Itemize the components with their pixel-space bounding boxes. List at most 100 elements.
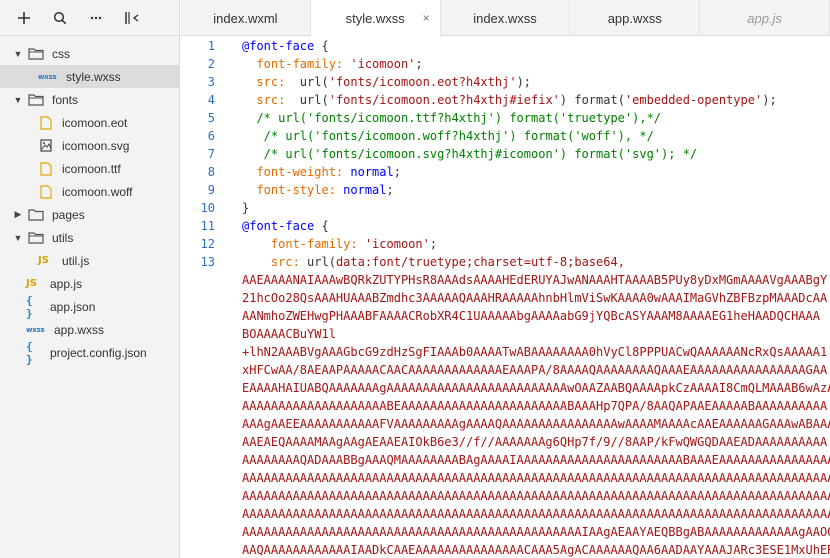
tree-item-label: util.js	[62, 253, 90, 268]
file-icon	[38, 115, 54, 130]
base64-wrapped-lines: AAEAAAANAIAAAwBQRkZUTYPHsR8AAAdsAAAAHEdE…	[242, 271, 830, 558]
tree-item-label: fonts	[52, 92, 79, 107]
line-number: 1	[207, 39, 215, 53]
code-editor[interactable]: 1 2 3 4 5 6 7 8 9 10 11 12 13 @font-face { font-fami…	[181, 37, 830, 558]
tab-label: app.wxss	[607, 10, 662, 26]
tab-label: style.wxss	[345, 10, 405, 26]
line-number: 2	[207, 57, 215, 71]
plus-icon	[18, 11, 30, 24]
wxss-file-icon: wxss	[26, 325, 45, 334]
base64-line: AAQAAAAAAAAAAAAIAADkCAAEAAAAAAAAAAAAAAAC…	[242, 543, 830, 557]
tree-file-app-wxss[interactable]: wxss app.wxss	[0, 318, 179, 341]
js-file-icon: JS	[26, 278, 37, 289]
tree-item-label: icomoon.woff	[62, 184, 133, 199]
tab-label: index.wxml	[213, 10, 278, 26]
tree-file-project-config[interactable]: { } project.config.json	[0, 340, 179, 366]
code-line-13: src: url(data:font/truetype;charset=utf-…	[270, 255, 625, 269]
chevron-right-icon: ▶	[14, 209, 22, 219]
folder-open-icon	[28, 93, 44, 107]
base64-line: AAAAAAAAAAAAAAAAAAAAAAAAAAAAAAAAAAAAAAAA…	[242, 507, 830, 521]
tree-item-label: app.wxss	[54, 322, 105, 337]
tree-file-icomoon-eot[interactable]: icomoon.eot	[0, 111, 179, 134]
code-line-11: @font-face {	[242, 219, 329, 233]
tab-label: app.js	[747, 10, 782, 26]
line-number: 12	[200, 237, 215, 251]
tab-label: index.wxss	[473, 10, 537, 26]
code-line-2: font-family: 'icomoon';	[256, 57, 423, 71]
tree-file-app-js[interactable]: JS app.js	[0, 272, 179, 295]
search-button[interactable]	[46, 4, 74, 32]
tab-index-wxml[interactable]: index.wxml	[181, 0, 311, 36]
tree-file-icomoon-svg[interactable]: icomoon.svg	[0, 134, 179, 157]
line-number: 3	[207, 75, 215, 89]
base64-line: +lhN2AAABVgAAAGbcG9zdHzSgFIAAAb0AAAATwAB…	[242, 345, 828, 359]
base64-line: 21hcOo28QsAAAHUAAABZmdhc3AAAAAQAAAHRAAAA…	[242, 291, 828, 305]
code-line-10: }	[242, 201, 250, 215]
base64-line: AAAAAAAAAAAAAAAAAAAAAAAAAAAAAAAAAAAAAAAA…	[242, 471, 830, 485]
editor-tab-bar: index.wxml style.wxss × index.wxss app.w…	[181, 0, 830, 37]
base64-line: AANmhoZWEHwgPHAAABFAAAACRobXR4C1UAAAAAbg…	[242, 309, 820, 323]
line-number-gutter: 1 2 3 4 5 6 7 8 9 10 11 12 13	[181, 37, 235, 271]
image-file-icon	[38, 139, 54, 153]
tree-folder-css[interactable]: ▼ css	[0, 42, 179, 65]
tree-file-util-js[interactable]: JS util.js	[0, 249, 179, 272]
tab-app-wxss[interactable]: app.wxss	[570, 0, 701, 36]
add-file-button[interactable]	[10, 4, 38, 32]
code-line-6: /* url('fonts/icomoon.woff?h4xthj') form…	[256, 129, 654, 143]
tab-app-js[interactable]: app.js	[700, 0, 830, 36]
base64-line: AAEAEQAAAAMAAgAAgAEAAEAIOkB6e3//f//AAAAA…	[242, 435, 828, 449]
code-line-4: src: url('fonts/icomoon.eot?h4xthj#iefix…	[256, 93, 777, 107]
more-icon	[90, 16, 102, 19]
json-file-icon: { }	[26, 293, 33, 320]
line-number: 8	[207, 165, 215, 179]
code-line-8: font-weight: normal;	[256, 165, 401, 179]
js-file-icon: JS	[38, 255, 49, 266]
line-number: 6	[207, 129, 215, 143]
code-line-5: /* url('fonts/icomoon.ttf?h4xthj') forma…	[256, 111, 662, 125]
tree-file-style-wxss[interactable]: wxss style.wxss	[0, 65, 179, 88]
file-icon	[38, 184, 54, 199]
code-area[interactable]: @font-face { font-family: 'icomoon'; src…	[242, 37, 830, 558]
tree-item-label: app.js	[50, 276, 83, 291]
tree-folder-utils[interactable]: ▼ utils	[0, 226, 179, 249]
tree-item-label: icomoon.eot	[62, 115, 128, 130]
line-number: 7	[207, 147, 215, 161]
tree-file-icomoon-woff[interactable]: icomoon.woff	[0, 180, 179, 203]
chevron-down-icon: ▼	[13, 48, 23, 59]
base64-line: AAEAAAANAIAAAwBQRkZUTYPHsR8AAAdsAAAAHEdE…	[242, 273, 828, 287]
folder-open-icon	[28, 231, 44, 245]
tree-folder-fonts[interactable]: ▼ fonts	[0, 88, 179, 111]
base64-line: AAAAAAAAAAAAAAAAAAAAAAAAAAAAAAAAAAAAAAAA…	[242, 489, 830, 503]
chevron-down-icon: ▼	[13, 94, 23, 105]
line-number: 11	[200, 219, 215, 233]
code-line-1: @font-face {	[242, 39, 329, 53]
file-icon	[38, 161, 54, 176]
close-icon[interactable]: ×	[423, 11, 430, 25]
base64-line: EAAAAHAIUABQAAAAAAAgAAAAAAAAAAAAAAAAAAAA…	[242, 381, 830, 395]
line-number: 13	[200, 255, 215, 269]
tab-style-wxss[interactable]: style.wxss ×	[310, 0, 441, 37]
sidebar-toggle-icon	[125, 11, 139, 24]
base64-line: BOAAAACBuYW1l	[242, 327, 336, 341]
base64-line: AAAAAAAAQADAAABBgAAAQMAAAAAAAABAgAAAAIAA…	[242, 453, 830, 467]
tree-item-label: css	[52, 46, 70, 61]
tree-file-app-json[interactable]: { } app.json	[0, 293, 179, 320]
folder-icon	[28, 208, 44, 222]
code-line-3: src: url('fonts/icomoon.eot?h4xthj');	[256, 75, 532, 89]
collapse-sidebar-button[interactable]	[118, 4, 146, 32]
chevron-down-icon: ▼	[13, 232, 23, 243]
code-line-12: font-family: 'icomoon';	[270, 237, 438, 251]
sidebar-toolbar	[0, 0, 179, 36]
base64-line: AAAAAAAAAAAAAAAAAAAABEAAAAAAAAAAAAAAAAAA…	[242, 399, 828, 413]
tree-item-label: pages	[52, 207, 85, 222]
tree-item-label: icomoon.svg	[62, 138, 130, 153]
more-button[interactable]	[82, 4, 110, 32]
code-line-9: font-style: normal;	[256, 183, 394, 197]
search-icon	[53, 11, 67, 24]
tab-index-wxss[interactable]: index.wxss	[441, 0, 571, 36]
tree-folder-pages[interactable]: ▶ pages	[0, 203, 179, 226]
tree-file-icomoon-ttf[interactable]: icomoon.ttf	[0, 157, 179, 180]
base64-line: AAAgAAEEAAAAAAAAAAAFVAAAAAAAAAgAAAAQAAAA…	[242, 417, 830, 431]
file-explorer-sidebar: ▼ css wxss style.wxss ▼ fonts icomoon.eo…	[0, 0, 180, 558]
tree-item-label: style.wxss	[66, 69, 121, 84]
